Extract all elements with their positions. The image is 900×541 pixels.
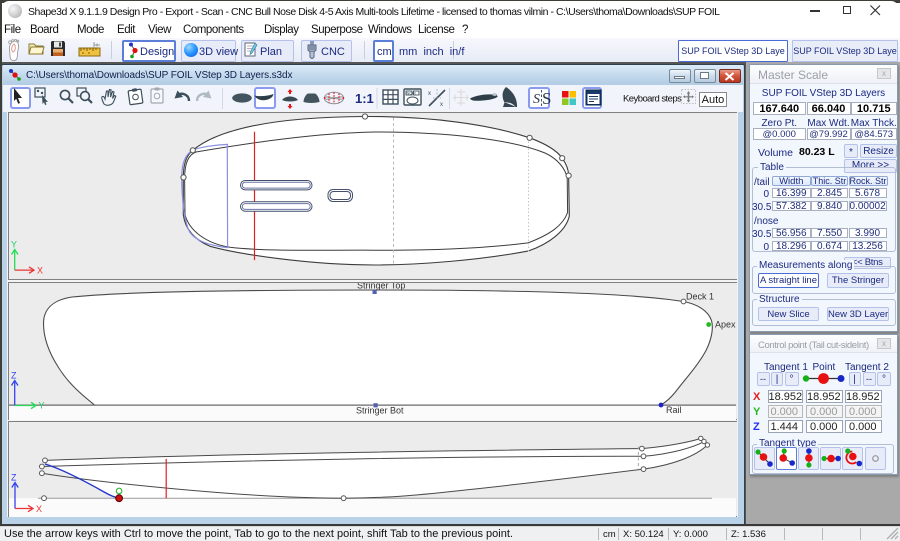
svg-text:Apex: Apex — [715, 319, 736, 329]
svg-text:Z: Z — [11, 472, 17, 482]
svg-text:X: X — [37, 265, 43, 275]
svg-text:Z: Z — [11, 370, 17, 380]
svg-text:Rail: Rail — [666, 405, 682, 415]
svg-text:Stringer Bot: Stringer Bot — [356, 405, 404, 415]
svg-text:Keyboard steps: Keyboard steps — [623, 94, 682, 105]
svg-text:Y: Y — [39, 400, 45, 410]
svg-text:Stringer Top: Stringer Top — [357, 283, 405, 291]
svg-text:NCM: NCM — [407, 91, 416, 96]
svg-text:1:1: 1:1 — [355, 91, 374, 106]
svg-text:x: x — [440, 102, 443, 108]
svg-text:Y: Y — [11, 239, 17, 249]
svg-text:Deck 1: Deck 1 — [686, 291, 714, 301]
svg-text:S: S — [542, 89, 551, 108]
svg-text:X: X — [36, 504, 42, 514]
svg-text:S: S — [533, 92, 540, 107]
svg-text:x: x — [428, 91, 431, 97]
